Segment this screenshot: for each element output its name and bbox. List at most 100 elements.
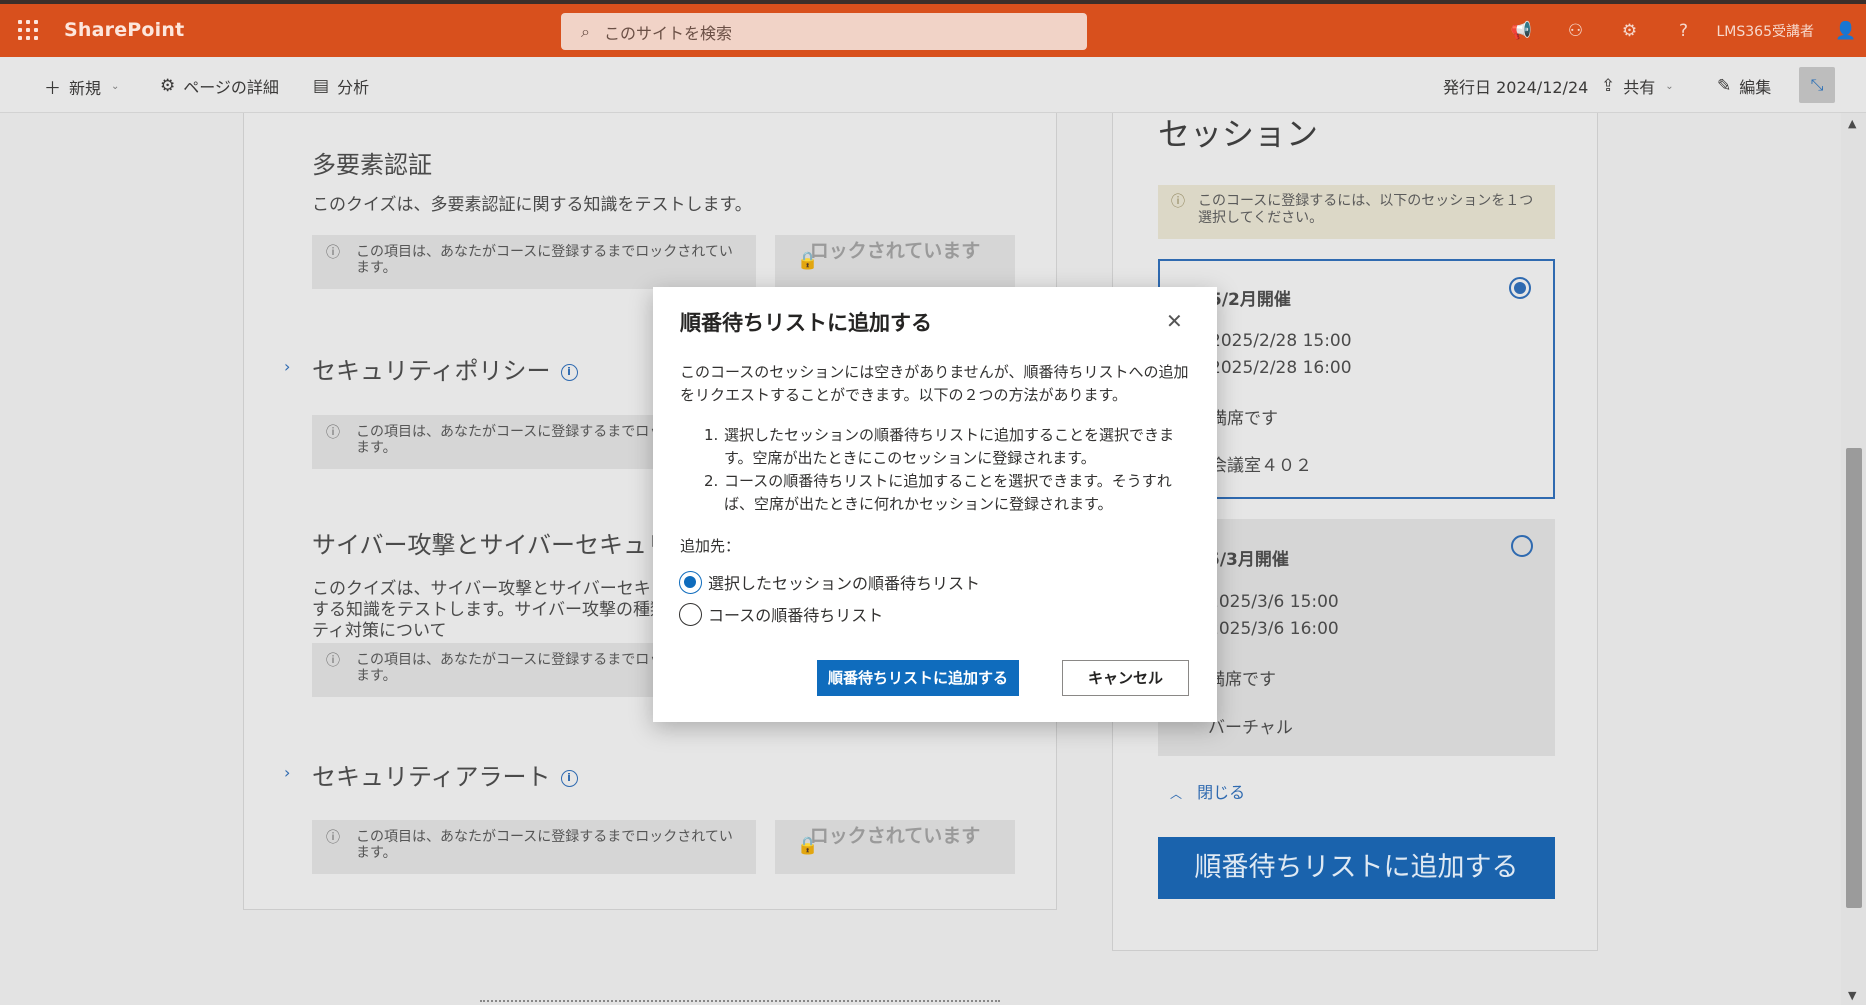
radio-course-waitlist[interactable]: コースの順番待ちリスト	[679, 602, 883, 626]
analytics-button[interactable]: ▤ 分析	[313, 74, 369, 98]
session-start: 2025/3/6 15:00	[1208, 592, 1339, 612]
sessions-title: セッション	[1158, 115, 1319, 153]
megaphone-icon[interactable]: 📢	[1495, 21, 1549, 41]
scrollbar-thumb[interactable]	[1846, 448, 1862, 908]
session-radio[interactable]	[1509, 277, 1531, 299]
info-icon: ⓘ	[326, 830, 340, 846]
quiz-title: 多要素認証	[312, 151, 432, 179]
close-sessions-link[interactable]: ︿ 閉じる	[1170, 779, 1245, 803]
chevron-right-icon[interactable]: ›	[284, 357, 290, 376]
quiz-description: このクイズは、多要素認証に関する知識をテストします。	[312, 195, 752, 215]
info-icon[interactable]: i	[560, 769, 578, 787]
collapse-icon[interactable]: ⤡	[1799, 67, 1835, 103]
info-icon: ⓘ	[1171, 194, 1185, 210]
session-card[interactable]: 5/3月開催 2025/3/6 15:00 2025/3/6 16:00 満席で…	[1158, 519, 1555, 756]
session-seats: 満席です	[1208, 670, 1276, 690]
radio-session-waitlist[interactable]: 選択したセッションの順番待ちリスト	[679, 570, 980, 594]
chevron-down-icon: ⌄	[111, 81, 120, 92]
app-launcher-icon[interactable]	[16, 18, 40, 42]
close-icon[interactable]: ✕	[1166, 309, 1183, 333]
chevron-up-icon: ︿	[1170, 787, 1183, 801]
gear-icon[interactable]: ⚙	[1603, 21, 1657, 41]
list-item: 1. 選択したセッションの順番待ちリストに追加することを選択できます。空席が出たと…	[704, 426, 1175, 467]
edit-label: 編集	[1739, 78, 1772, 97]
plus-icon: ＋	[44, 79, 61, 99]
share-label: 共有	[1623, 78, 1656, 97]
chart-icon: ▤	[313, 76, 330, 96]
dialog-options-list: 1. 選択したセッションの順番待ちリストに追加することを選択できます。空席が出たと…	[704, 424, 1188, 516]
help-icon[interactable]: ?	[1657, 21, 1711, 41]
sessions-notice-text: このコースに登録するには、以下のセッションを１つ選択してください。	[1198, 193, 1534, 226]
add-to-waitlist-button[interactable]: 順番待ちリストに追加する	[1158, 837, 1555, 899]
radio-button[interactable]	[679, 570, 702, 594]
new-button[interactable]: ＋ 新規 ⌄	[44, 74, 120, 100]
locked-button: 🔒 ロックされています	[775, 820, 1015, 874]
analytics-label: 分析	[337, 78, 370, 97]
suite-bar: SharePoint ⌕ このサイトを検索 📢 ⚇ ⚙ ? LMS365受講者 …	[0, 0, 1866, 57]
lock-info-text: この項目は、あなたがコースに登録するまでロックされています。	[356, 829, 733, 861]
page-details-label: ページの詳細	[183, 78, 279, 97]
info-icon: ⓘ	[326, 653, 340, 669]
lock-info: ⓘ この項目は、あなたがコースに登録するまでロックされています。	[312, 235, 756, 289]
list-item-text: 選択したセッションの順番待ちリストに追加することを選択できます。空席が出たときに…	[724, 426, 1175, 467]
list-item: 2. コースの順番待ちリストに追加することを選択できます。そうすれば、空席が出たと…	[704, 472, 1172, 513]
locked-button: 🔒 ロックされています	[775, 235, 1015, 289]
scroll-down-icon[interactable]: ▼	[1848, 989, 1856, 1002]
person-icon[interactable]: 👤	[1826, 21, 1866, 41]
sessions-notice: ⓘ このコースに登録するには、以下のセッションを１つ選択してください。	[1158, 185, 1555, 239]
add-to-label: 追加先：	[680, 537, 741, 555]
info-icon: ⓘ	[326, 245, 340, 261]
session-name: 5/3月開催	[1208, 550, 1289, 570]
search-placeholder: このサイトを検索	[603, 23, 732, 43]
session-location: バーチャル	[1208, 718, 1293, 738]
radio-button[interactable]	[679, 602, 702, 626]
published-label: 発行日 2024/12/24	[1443, 78, 1589, 97]
lock-info-text: この項目は、あなたがコースに登録するまでロックされています。	[356, 244, 733, 276]
published-date: 発行日 2024/12/24	[1443, 74, 1588, 98]
quiz-title-text: セキュリティアラート	[312, 763, 551, 791]
search-box[interactable]: ⌕ このサイトを検索	[561, 13, 1087, 50]
quiz-title: セキュリティアラート i	[312, 757, 578, 792]
session-end: 2025/3/6 16:00	[1208, 619, 1339, 639]
pencil-icon: ✎	[1717, 76, 1732, 96]
radio-label[interactable]: コースの順番待ちリスト	[708, 602, 883, 626]
close-label: 閉じる	[1197, 783, 1246, 802]
gear-icon: ⚙	[160, 76, 176, 96]
lock-icon: 🔒	[797, 836, 819, 856]
suite-bar-actions: 📢 ⚇ ⚙ ? LMS365受講者 👤	[1495, 4, 1866, 57]
edit-button[interactable]: ✎ 編集	[1717, 74, 1771, 98]
cancel-button[interactable]: キャンセル	[1062, 660, 1189, 696]
info-icon: ⓘ	[326, 425, 340, 441]
session-card[interactable]: 5/2月開催 2025/2/28 15:00 2025/2/28 16:00 満…	[1158, 259, 1555, 499]
share-network-icon[interactable]: ⚇	[1549, 21, 1603, 41]
page-details-button[interactable]: ⚙ ページの詳細	[160, 74, 279, 98]
session-name: 5/2月開催	[1210, 290, 1291, 310]
quiz-title-text: セキュリティポリシー	[312, 357, 551, 385]
chevron-down-icon: ⌄	[1665, 80, 1674, 92]
confirm-waitlist-button[interactable]: 順番待ちリストに追加する	[817, 660, 1019, 696]
share-button[interactable]: ⇪ 共有 ⌄	[1601, 74, 1674, 98]
app-name[interactable]: SharePoint	[64, 19, 184, 41]
dialog-intro: このコースのセッションには空きがありませんが、順番待ちリストへの追加をリクエスト…	[680, 363, 1189, 404]
scroll-up-icon[interactable]: ▲	[1848, 117, 1856, 130]
session-start: 2025/2/28 15:00	[1210, 331, 1352, 351]
lock-icon: 🔒	[797, 251, 819, 271]
radio-label[interactable]: 選択したセッションの順番待ちリスト	[708, 570, 980, 594]
page-scrollbar[interactable]: ▲ ▼	[1841, 113, 1866, 1005]
dialog-title: 順番待ちリストに追加する	[680, 311, 932, 335]
quiz-title: セキュリティポリシー i	[312, 351, 578, 386]
session-location: 会議室４０２	[1210, 456, 1312, 476]
user-name[interactable]: LMS365受講者	[1717, 21, 1815, 41]
info-icon[interactable]: i	[560, 363, 578, 381]
chevron-right-icon[interactable]: ›	[284, 763, 290, 782]
search-icon: ⌕	[581, 21, 590, 41]
command-bar: ＋ 新規 ⌄ ⚙ ページの詳細 ▤ 分析 発行日 2024/12/24 ⇪ 共有…	[0, 57, 1866, 113]
share-icon: ⇪	[1601, 76, 1616, 96]
session-radio[interactable]	[1511, 535, 1533, 557]
footer-divider	[480, 1000, 1000, 1004]
list-item-text: コースの順番待ちリストに追加することを選択できます。そうすれば、空席が出たときに…	[724, 472, 1172, 513]
session-seats: 満席です	[1210, 409, 1278, 429]
locked-button-label: ロックされています	[809, 825, 981, 847]
lock-info: ⓘ この項目は、あなたがコースに登録するまでロックされています。	[312, 820, 756, 874]
waitlist-dialog: 順番待ちリストに追加する ✕ このコースのセッションには空きがありませんが、順番…	[653, 287, 1217, 722]
